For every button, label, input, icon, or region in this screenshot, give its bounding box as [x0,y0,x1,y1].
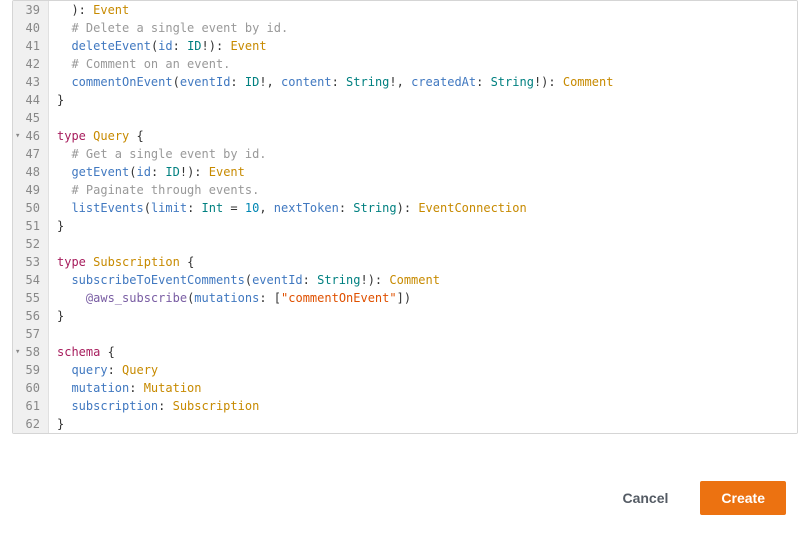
line-number: 57 [17,325,40,343]
line-number: 50 [17,199,40,217]
code-line[interactable]: query: Query [57,361,797,379]
code-line[interactable]: subscription: Subscription [57,397,797,415]
code-line[interactable]: @aws_subscribe(mutations: ["commentOnEve… [57,289,797,307]
code-line[interactable]: } [57,307,797,325]
line-number: 49 [17,181,40,199]
line-number: 54 [17,271,40,289]
code-line[interactable] [57,325,797,343]
line-number: 56 [17,307,40,325]
line-number: ▾46 [17,127,40,145]
code-line[interactable]: mutation: Mutation [57,379,797,397]
fold-marker-icon[interactable]: ▾ [15,127,20,145]
code-line[interactable]: schema { [57,343,797,361]
code-line[interactable]: ): Event [57,1,797,19]
line-number: 39 [17,1,40,19]
code-content[interactable]: ): Event # Delete a single event by id. … [49,1,797,433]
code-line[interactable]: # Comment on an event. [57,55,797,73]
code-line[interactable]: # Delete a single event by id. [57,19,797,37]
create-button[interactable]: Create [700,481,786,515]
line-number: 43 [17,73,40,91]
line-number: 62 [17,415,40,433]
code-line[interactable]: } [57,415,797,433]
code-line[interactable]: type Subscription { [57,253,797,271]
code-line[interactable]: subscribeToEventComments(eventId: String… [57,271,797,289]
code-line[interactable]: # Paginate through events. [57,181,797,199]
line-number: 45 [17,109,40,127]
line-number: 59 [17,361,40,379]
code-line[interactable]: commentOnEvent(eventId: ID!, content: St… [57,73,797,91]
line-number: 52 [17,235,40,253]
code-line[interactable]: listEvents(limit: Int = 10, nextToken: S… [57,199,797,217]
line-number: 61 [17,397,40,415]
code-line[interactable] [57,235,797,253]
code-line[interactable]: type Query { [57,127,797,145]
code-line[interactable]: deleteEvent(id: ID!): Event [57,37,797,55]
line-number: 48 [17,163,40,181]
line-gutter: 39404142434445▾464748495051525354555657▾… [13,1,49,433]
line-number: 41 [17,37,40,55]
code-line[interactable]: } [57,91,797,109]
line-number: 47 [17,145,40,163]
footer-actions: Cancel Create [0,463,810,533]
line-number: 42 [17,55,40,73]
code-line[interactable] [57,109,797,127]
line-number: ▾58 [17,343,40,361]
line-number: 51 [17,217,40,235]
cancel-button[interactable]: Cancel [610,482,680,514]
code-line[interactable]: getEvent(id: ID!): Event [57,163,797,181]
line-number: 53 [17,253,40,271]
code-editor[interactable]: 39404142434445▾464748495051525354555657▾… [12,0,798,434]
line-number: 60 [17,379,40,397]
line-number: 40 [17,19,40,37]
fold-marker-icon[interactable]: ▾ [15,343,20,361]
code-line[interactable]: # Get a single event by id. [57,145,797,163]
line-number: 55 [17,289,40,307]
line-number: 44 [17,91,40,109]
code-line[interactable]: } [57,217,797,235]
